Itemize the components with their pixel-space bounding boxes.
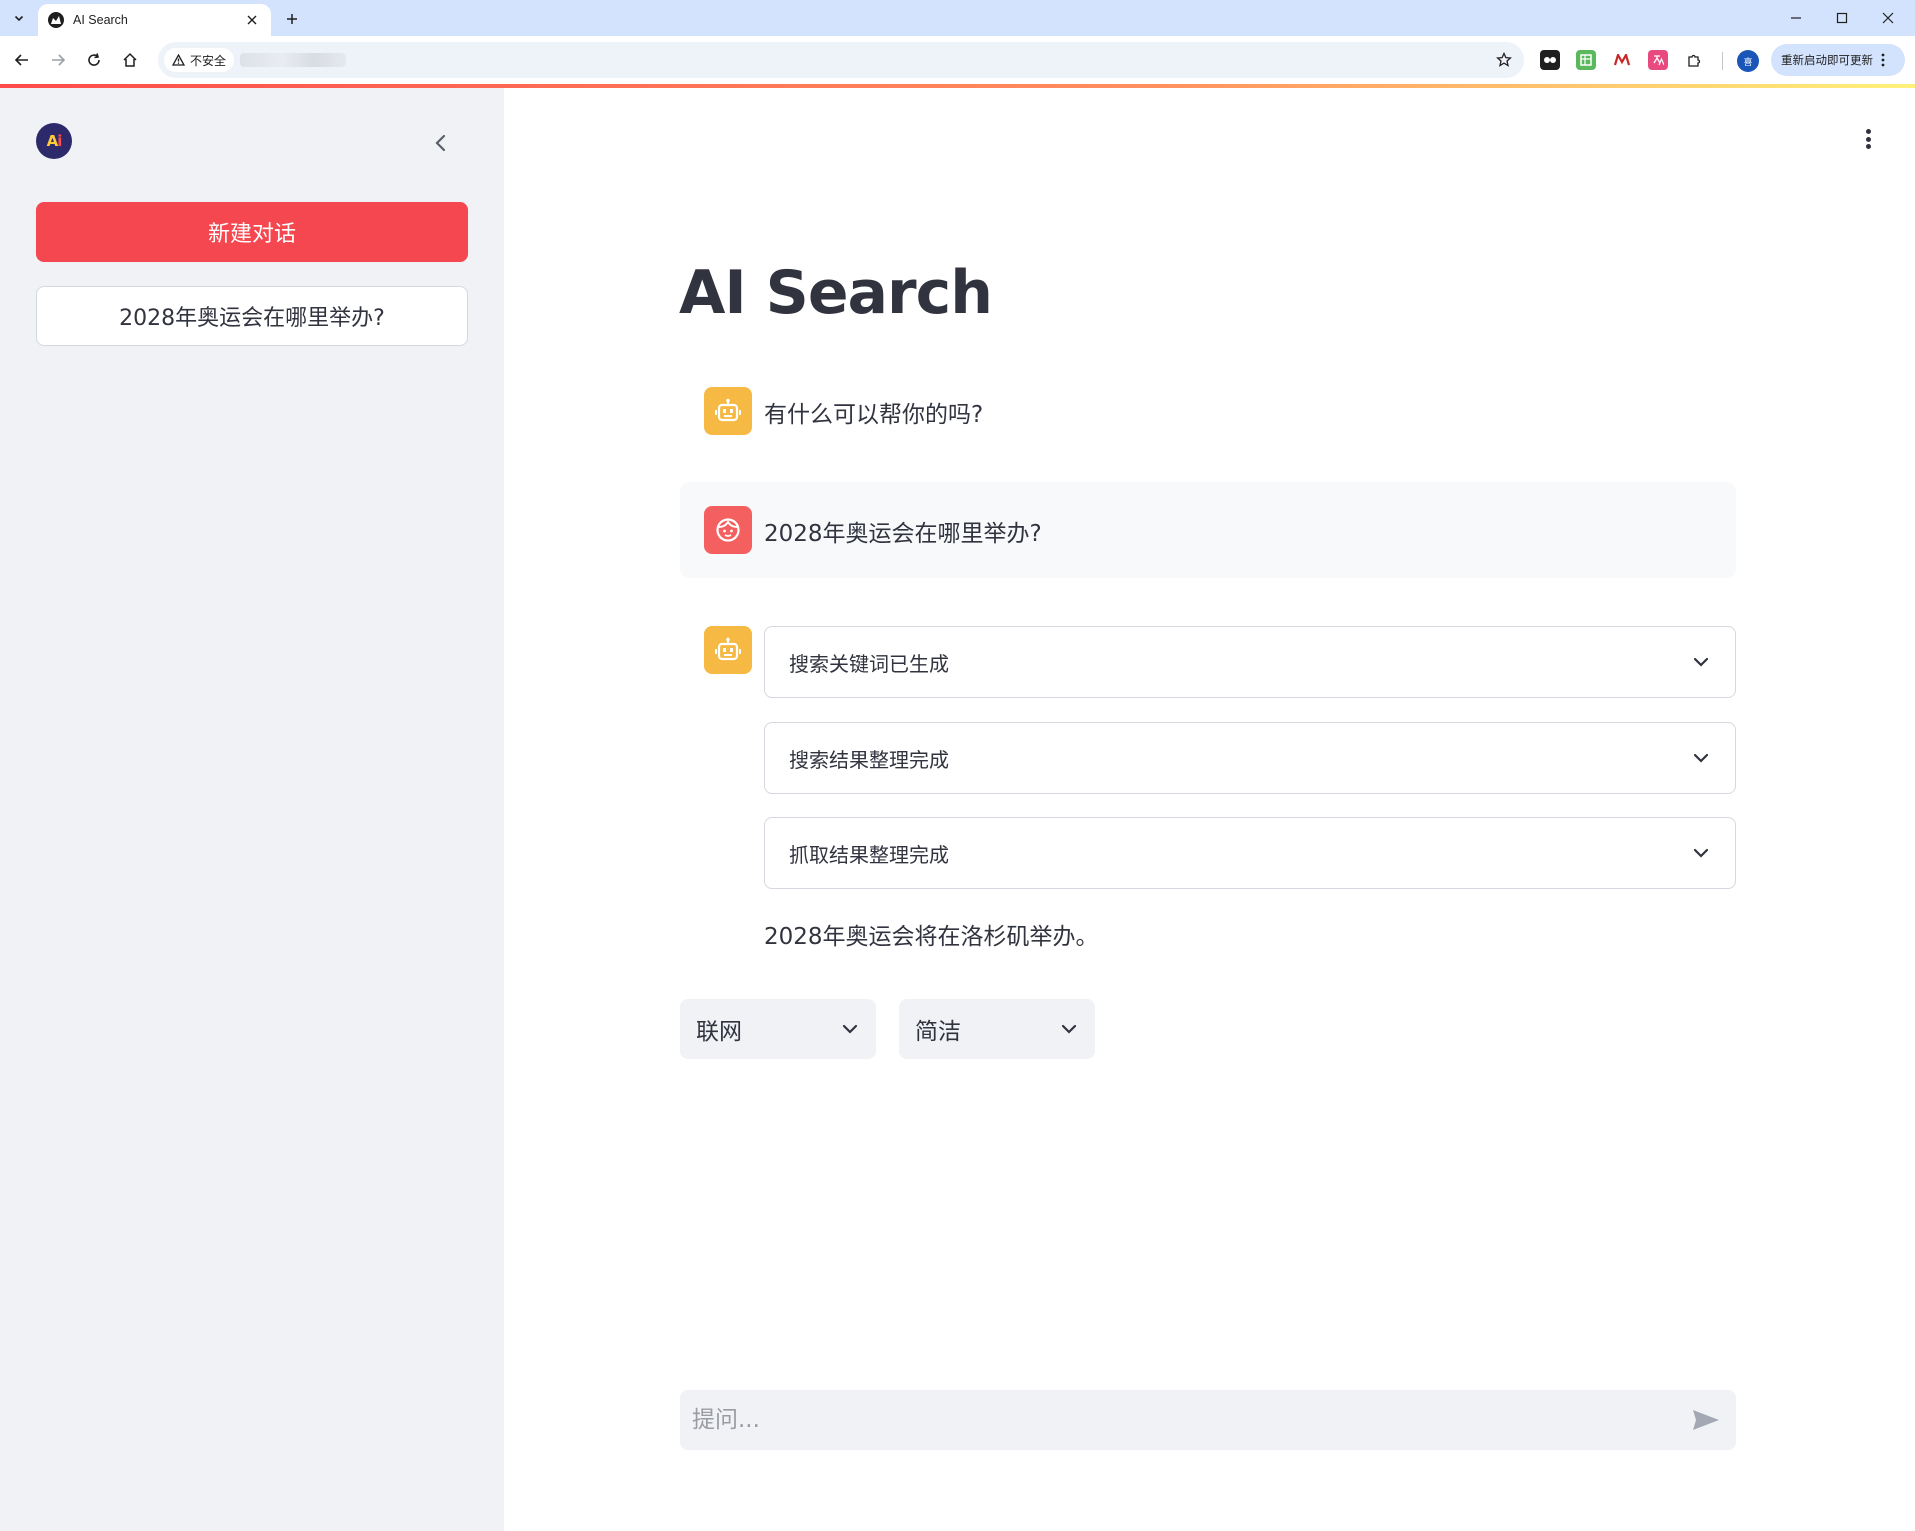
reload-icon[interactable] <box>82 48 106 72</box>
bot-avatar <box>704 387 752 435</box>
address-bar[interactable]: 不安全 <box>158 42 1524 78</box>
toolbar-divider <box>1722 52 1723 70</box>
new-chat-button[interactable]: 新建对话 <box>36 202 468 262</box>
user-question: 2028年奥运会在哪里举办? <box>764 521 1042 547</box>
forward-icon[interactable] <box>46 48 70 72</box>
extensions-puzzle-icon[interactable] <box>1684 50 1704 70</box>
robot-icon <box>715 637 741 661</box>
warning-icon <box>172 54 185 66</box>
chevron-down-icon <box>1691 748 1711 768</box>
chevron-down-icon <box>840 1019 860 1039</box>
user-avatar <box>704 506 752 554</box>
send-icon[interactable] <box>1690 1404 1722 1436</box>
update-label: 重新启动即可更新 <box>1781 53 1873 67</box>
chevron-down-icon <box>1059 1019 1079 1039</box>
sidebar: Ai 新建对话 2028年奥运会在哪里举办? <box>0 88 504 1531</box>
app-logo: Ai <box>36 123 72 159</box>
new-tab-icon[interactable] <box>281 8 303 30</box>
bookmark-star-icon[interactable] <box>1494 50 1514 70</box>
chevron-down-icon <box>1691 652 1711 672</box>
update-button[interactable]: 重新启动即可更新 <box>1771 44 1905 76</box>
expander-label: 抓取结果整理完成 <box>789 842 949 867</box>
expander-label: 搜索关键词已生成 <box>789 651 949 676</box>
chat-input-container <box>680 1390 1736 1450</box>
chevron-down-icon <box>1691 843 1711 863</box>
style-select-value: 简洁 <box>915 1019 961 1045</box>
robot-icon <box>715 398 741 422</box>
chat-input[interactable] <box>680 1390 1660 1450</box>
browser-tab-bar: AI Search <box>0 0 1915 36</box>
bot-avatar <box>704 626 752 674</box>
sheet-extension-icon[interactable] <box>1576 50 1596 70</box>
streamlit-favicon-icon <box>48 12 64 28</box>
browser-tab-active[interactable]: AI Search <box>38 4 271 36</box>
url-text-redacted <box>240 53 346 67</box>
history-item[interactable]: 2028年奥运会在哪里举办? <box>36 286 468 346</box>
panda-extension-icon[interactable] <box>1540 50 1560 70</box>
assistant-greeting: 有什么可以帮你的吗? <box>764 402 984 428</box>
maximize-icon[interactable] <box>1819 0 1865 36</box>
back-icon[interactable] <box>10 48 34 72</box>
main-menu-icon[interactable] <box>1858 126 1878 152</box>
assistant-answer: 2028年奥运会将在洛杉矶举办。 <box>764 924 1099 950</box>
collapse-sidebar-icon[interactable] <box>426 128 456 158</box>
translate-extension-icon[interactable] <box>1648 50 1668 70</box>
security-chip[interactable]: 不安全 <box>164 48 235 72</box>
mode-select-value: 联网 <box>696 1019 742 1045</box>
logo-letter-i: i <box>57 132 62 150</box>
home-icon[interactable] <box>118 48 142 72</box>
profile-avatar[interactable]: 喜 <box>1737 50 1759 72</box>
browser-toolbar: 不安全 喜 重新启动即可更新 <box>0 36 1915 84</box>
more-vert-icon <box>1881 53 1885 67</box>
logo-letter-a: A <box>46 132 59 150</box>
expander-crawl-results[interactable]: 抓取结果整理完成 <box>764 817 1736 889</box>
mode-select[interactable]: 联网 <box>680 999 876 1059</box>
close-window-icon[interactable] <box>1865 0 1911 36</box>
page-title: AI Search <box>679 258 993 328</box>
expander-search-results[interactable]: 搜索结果整理完成 <box>764 722 1736 794</box>
main-area: AI Search 有什么可以帮你的吗? 2028年奥运会在哪里举办? 搜索关键… <box>504 88 1915 1531</box>
style-select[interactable]: 简洁 <box>899 999 1095 1059</box>
m-extension-icon[interactable] <box>1612 50 1632 70</box>
expander-keywords[interactable]: 搜索关键词已生成 <box>764 626 1736 698</box>
minimize-icon[interactable] <box>1773 0 1819 36</box>
expander-label: 搜索结果整理完成 <box>789 747 949 772</box>
security-label: 不安全 <box>190 53 227 68</box>
tab-search-button[interactable] <box>8 7 30 29</box>
user-face-icon <box>716 518 740 542</box>
chevron-down-icon <box>14 15 24 22</box>
tab-title: AI Search <box>73 13 128 27</box>
tab-close-icon[interactable] <box>243 11 261 29</box>
